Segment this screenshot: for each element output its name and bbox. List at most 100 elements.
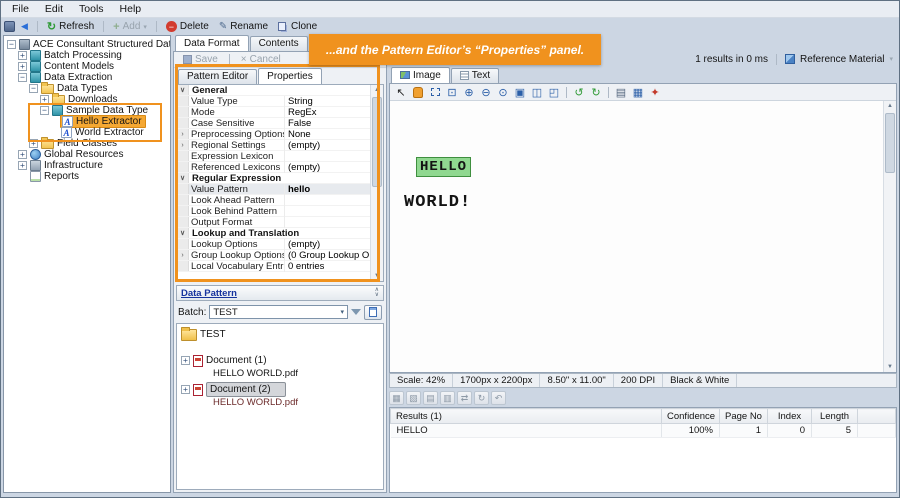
thumbnails-icon[interactable]: ▦ [389,391,404,405]
tree-item-hello-extractor[interactable]: A Hello Extractor [4,116,170,127]
collapse-icon[interactable]: ∨ [177,85,189,95]
property-row-regional-settings[interactable]: › Regional Settings (empty) [177,140,370,151]
rename-button[interactable]: ✎ Rename [215,19,272,34]
scroll-down-icon[interactable]: ▼ [371,271,383,281]
property-row-mode[interactable]: Mode RegEx [177,107,370,118]
data-pattern-label[interactable]: Data Pattern [181,288,237,299]
expand-panel-icon[interactable]: ∧ ∨ [375,288,379,298]
tab-text[interactable]: Text [451,68,499,83]
property-row-value-type[interactable]: Value Type String [177,96,370,107]
property-row-case-sensitive[interactable]: Case Sensitive False [177,118,370,129]
tree-item-data-types[interactable]: − Data Types [4,83,170,94]
expand-icon[interactable]: + [18,62,27,71]
property-row-preprocessing-options[interactable]: › Preprocessing Options None [177,129,370,140]
tree-item-infrastructure[interactable]: + Infrastructure [4,160,170,171]
tab-pattern-editor[interactable]: Pattern Editor [178,69,257,84]
expand-icon[interactable]: + [181,356,190,365]
swap-view-icon[interactable]: ⇄ [457,391,472,405]
zoom-out-icon[interactable]: ⊖ [478,85,494,100]
expand-icon[interactable]: › [177,250,189,260]
tree-item-reports[interactable]: Reports [4,171,170,182]
collapse-icon[interactable]: ∨ [177,228,189,238]
property-row-look-ahead-pattern[interactable]: Look Ahead Pattern [177,195,370,206]
tab-contents[interactable]: Contents [250,36,308,51]
column-results[interactable]: Results (1) [391,409,662,424]
property-value[interactable]: None [285,129,370,140]
property-row-lookup-options[interactable]: Lookup Options (empty) [177,239,370,250]
menu-edit[interactable]: Edit [37,1,71,17]
property-row-group-lookup-options[interactable]: › Group Lookup Options (0 Group Lookup O… [177,250,370,261]
expand-icon[interactable]: + [40,95,49,104]
batch-root-item[interactable]: TEST [181,327,383,342]
menu-file[interactable]: File [4,1,37,17]
property-group-regular-expression[interactable]: ∨ Regular Expression [177,173,370,184]
document-item-1[interactable]: + Document (1) [181,353,383,368]
property-value[interactable]: (empty) [285,162,370,173]
expand-icon[interactable]: + [29,139,38,148]
collapse-icon[interactable]: − [7,40,16,49]
collapse-icon[interactable]: − [40,106,49,115]
expand-icon[interactable]: + [18,51,27,60]
property-value[interactable]: 0 entries [285,261,370,272]
result-row[interactable]: HELLO 100% 1 0 5 [391,424,896,438]
property-value[interactable]: (empty) [285,239,370,250]
property-value[interactable]: False [285,118,370,129]
collapse-icon[interactable]: ∨ [177,173,189,183]
delete-button[interactable]: − Delete [162,19,213,34]
rotate-cw-icon[interactable]: ↻ [588,85,604,100]
scroll-down-icon[interactable]: ▼ [884,362,896,372]
expand-icon[interactable]: + [18,161,27,170]
document-canvas[interactable]: HELLO WORLD! [390,101,883,372]
select-region-icon[interactable] [427,85,443,100]
table-zone-icon[interactable]: ▥ [440,391,455,405]
property-value[interactable]: RegEx [285,107,370,118]
fit-page-icon[interactable]: ▣ [512,85,528,100]
column-length[interactable]: Length [812,409,858,424]
data-pattern-collapsed-panel[interactable]: Data Pattern ∧ ∨ [176,285,384,301]
expand-icon[interactable]: › [177,140,189,150]
property-row-expression-lexicon[interactable]: Expression Lexicon [177,151,370,162]
rotate-page-icon[interactable]: ↻ [474,391,489,405]
vertical-scrollbar[interactable]: ▲ ▼ [883,101,896,372]
tab-data-format[interactable]: Data Format [175,35,249,51]
extraction-highlight[interactable]: HELLO [416,157,471,177]
image-settings-icon[interactable]: ✦ [647,85,663,100]
export-icon[interactable]: ▦ [630,85,646,100]
scrollbar-thumb[interactable] [885,113,895,173]
property-row-output-format[interactable]: Output Format [177,217,370,228]
zoom-in-icon[interactable]: ⊕ [461,85,477,100]
collapse-icon[interactable]: − [18,73,27,82]
column-index[interactable]: Index [768,409,812,424]
save-button[interactable]: Save [179,52,222,67]
tree-item-batch-processing[interactable]: + Batch Processing [4,50,170,61]
property-value[interactable]: (0 Group Lookup Options ob [285,250,370,261]
property-row-local-vocabulary-entries[interactable]: Local Vocabulary Entrie 0 entries [177,261,370,272]
batch-select[interactable]: TEST ▾ [209,305,348,319]
cancel-button[interactable]: × Cancel [237,52,285,67]
expand-icon[interactable]: + [181,385,190,394]
tree-item-world-extractor[interactable]: A World Extractor [4,127,170,138]
column-confidence[interactable]: Confidence [662,409,720,424]
fit-width-icon[interactable]: ◫ [529,85,545,100]
property-group-general[interactable]: ∨ General [177,85,370,96]
collapse-icon[interactable]: − [29,84,38,93]
tree-item-root[interactable]: − ACE Consultant Structured Data [4,39,170,50]
zoom-actual-icon[interactable]: ⊙ [495,85,511,100]
property-value[interactable]: hello [285,184,370,195]
nav-menu-icon[interactable] [4,21,15,32]
expand-icon[interactable]: › [177,129,189,139]
refresh-button[interactable]: ↻ Refresh [43,19,98,34]
open-batch-button[interactable] [364,305,382,320]
tree-item-downloads[interactable]: + Downloads [4,94,170,105]
filter-icon[interactable] [351,309,361,315]
scrollbar-thumb[interactable] [372,97,382,187]
zoom-region-icon[interactable]: ⊡ [444,85,460,100]
rotate-ccw-icon[interactable]: ↺ [571,85,587,100]
pan-hand-icon[interactable] [410,85,426,100]
scroll-up-icon[interactable]: ▲ [371,85,383,95]
scroll-up-icon[interactable]: ▲ [884,101,896,111]
zone-select-icon[interactable]: ▧ [406,391,421,405]
property-value[interactable]: (empty) [285,140,370,151]
property-row-referenced-lexicons[interactable]: Referenced Lexicons (empty) [177,162,370,173]
back-button[interactable]: ◀ [17,19,32,34]
